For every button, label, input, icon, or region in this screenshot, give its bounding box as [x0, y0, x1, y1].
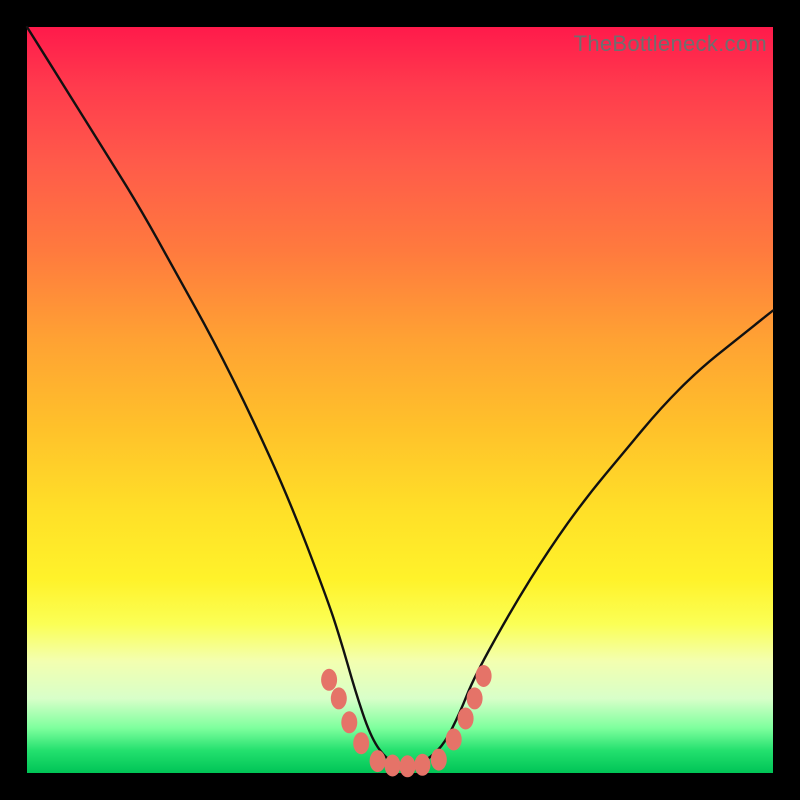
left-bead-4	[353, 732, 369, 754]
flat-bead-4	[414, 754, 430, 776]
plot-area: TheBottleneck.com	[27, 27, 773, 773]
right-bead-4	[476, 665, 492, 687]
curve-svg	[27, 27, 773, 773]
flat-bead-3	[400, 755, 416, 777]
left-bead-3	[341, 711, 357, 733]
chart-stage: TheBottleneck.com	[0, 0, 800, 800]
left-bead-1	[321, 669, 337, 691]
flat-bead-5	[431, 749, 447, 771]
bottleneck-curve	[27, 27, 773, 766]
marker-beads	[321, 665, 492, 777]
flat-bead-1	[370, 750, 386, 772]
right-bead-2	[458, 708, 474, 730]
right-bead-3	[467, 687, 483, 709]
flat-bead-2	[385, 755, 401, 777]
right-bead-1	[446, 728, 462, 750]
left-bead-2	[331, 687, 347, 709]
